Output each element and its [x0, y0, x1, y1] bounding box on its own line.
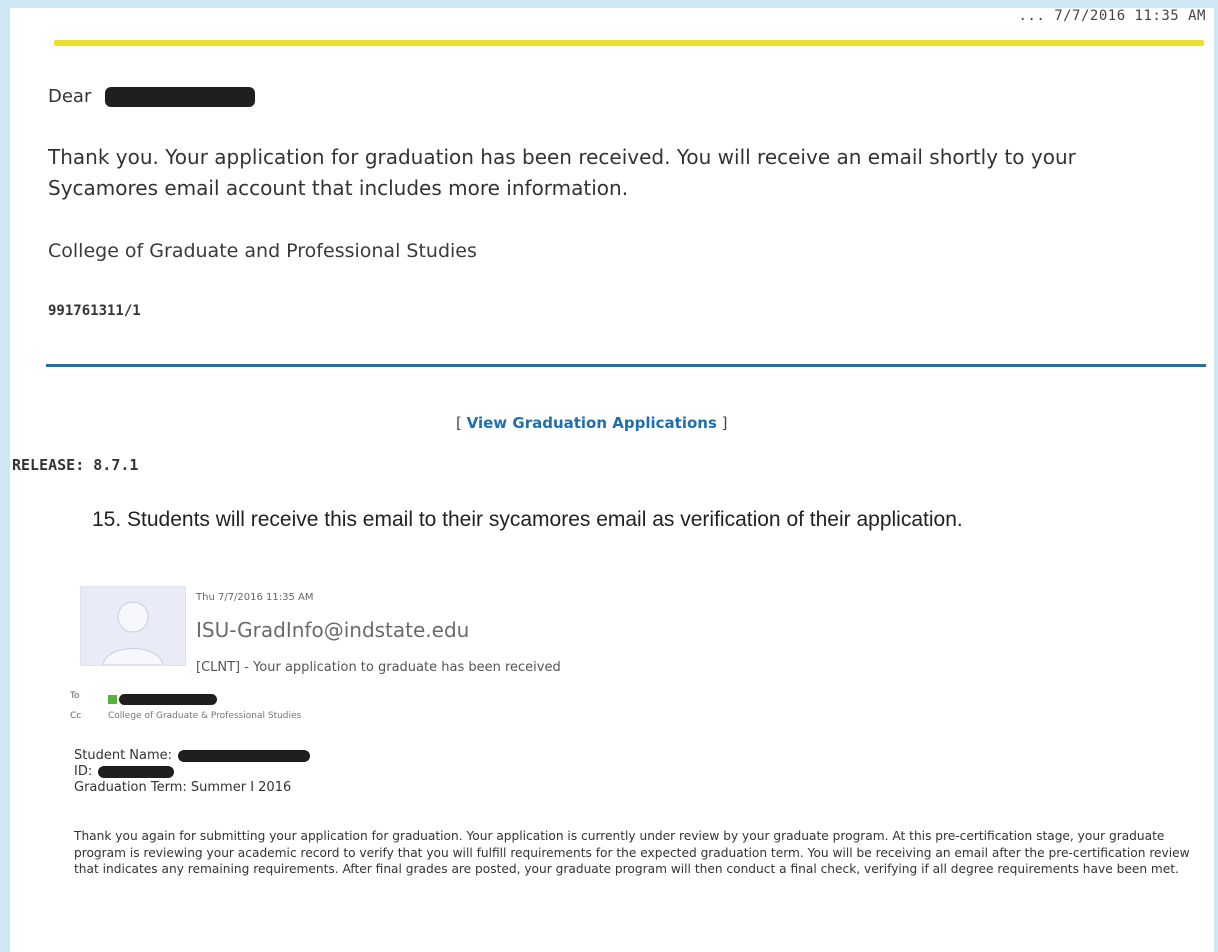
email-subject: [CLNT] - Your application to graduate ha…: [196, 660, 561, 675]
document-page: ... 7/7/2016 11:35 AM Dear Thank you. Yo…: [10, 8, 1214, 952]
bracket-open: [: [456, 414, 462, 432]
highlight-divider: [54, 40, 1204, 46]
email-sender: ISU-GradInfo@indstate.edu: [196, 618, 470, 642]
sender-avatar: [80, 586, 186, 666]
person-icon: [102, 601, 164, 665]
student-name-label: Student Name:: [74, 748, 173, 763]
redacted-recipient: [119, 694, 217, 705]
signature: College of Graduate and Professional Stu…: [48, 240, 477, 262]
to-recipient: [108, 689, 217, 708]
salutation-text: Dear: [48, 86, 92, 107]
bracket-close: ]: [721, 414, 728, 432]
student-name-row: Student Name:: [74, 748, 311, 764]
header-date: ... 7/7/2016 11:35 AM: [1018, 8, 1206, 24]
release-version: RELEASE: 8.7.1: [12, 456, 139, 474]
to-label: To: [70, 691, 80, 701]
redacted-name: [105, 87, 256, 107]
redacted-student-id: [98, 765, 175, 778]
reference-number: 991761311/1: [48, 303, 141, 319]
redacted-student-name: [178, 749, 311, 762]
cc-label: Cc: [70, 711, 82, 721]
student-id-label: ID:: [74, 764, 93, 779]
confirmation-message: Thank you. Your application for graduati…: [48, 145, 1076, 200]
view-graduation-applications-link[interactable]: View Graduation Applications: [467, 414, 717, 432]
section-divider: [46, 364, 1206, 367]
view-applications-nav: [ View Graduation Applications ]: [456, 414, 728, 432]
student-id-row: ID:: [74, 764, 310, 780]
cc-recipient: College of Graduate & Professional Studi…: [108, 711, 302, 721]
presence-icon: [108, 695, 117, 704]
instruction-step: 15. Students will receive this email to …: [92, 508, 963, 531]
student-details: Student Name: ID: Graduation Term: Summe…: [74, 748, 311, 796]
graduation-term: Graduation Term: Summer I 2016: [74, 780, 292, 795]
salutation: Dear: [48, 86, 256, 107]
email-date: Thu 7/7/2016 11:35 AM: [196, 592, 314, 603]
email-body: Thank you again for submitting your appl…: [74, 829, 1190, 876]
